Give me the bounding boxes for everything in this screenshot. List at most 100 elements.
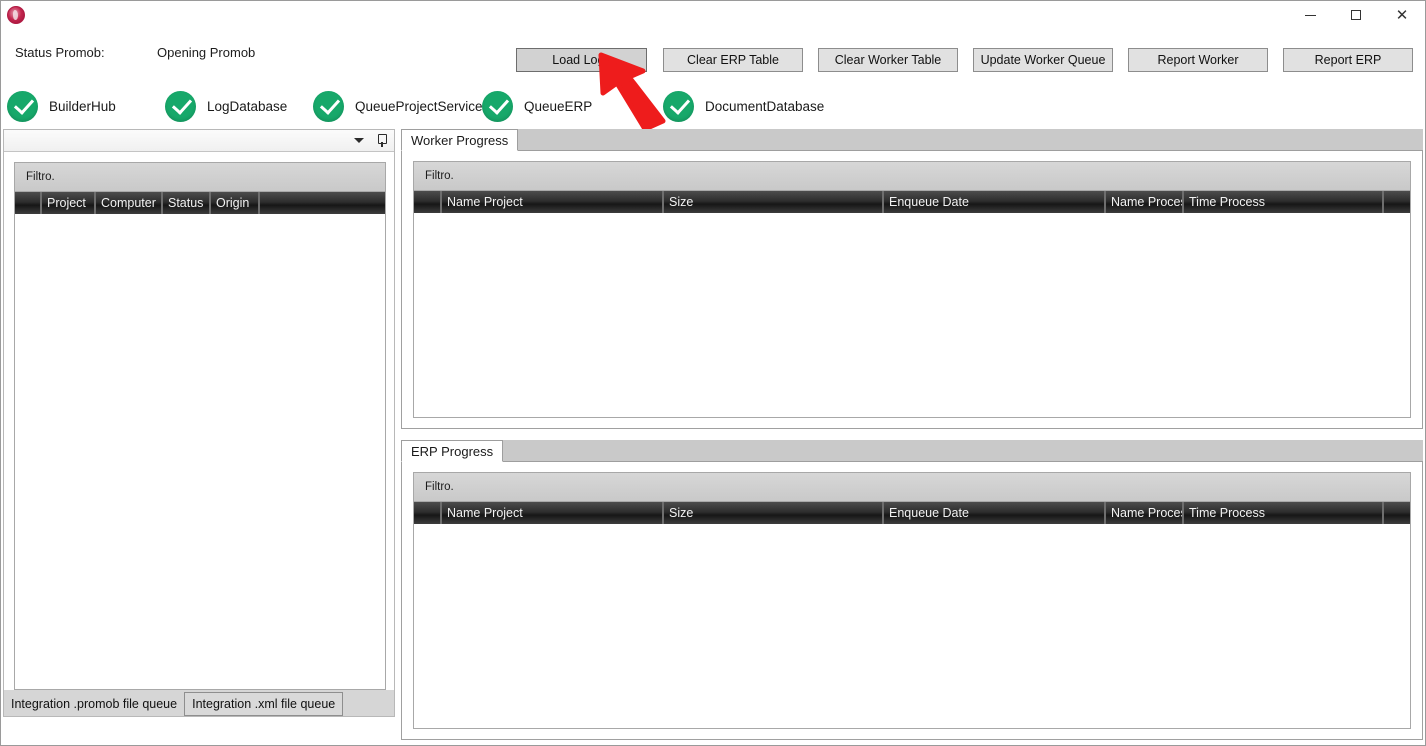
column-header-label: Computer	[101, 196, 156, 210]
toolbar-button-load-logs[interactable]: Load Logs	[516, 48, 647, 72]
column-header-time-process[interactable]: Time Process	[1183, 502, 1383, 524]
promob-queue-grid: Filtro. Project Computer Status Origin	[14, 162, 386, 690]
dock-caption-bar	[4, 130, 394, 152]
column-header-label: Enqueue Date	[889, 195, 969, 209]
tab-worker-progress[interactable]: Worker Progress	[401, 129, 519, 151]
dock-tab-xml-file-queue[interactable]: Integration .xml file queue	[184, 692, 344, 716]
service-status-label: LogDatabase	[207, 99, 288, 114]
maximize-button[interactable]	[1333, 1, 1379, 29]
service-status-documentdatabase: DocumentDatabase	[663, 91, 824, 122]
toolbar: Load Logs Clear ERP Table Clear Worker Tab…	[1, 48, 1426, 74]
column-header-name-project[interactable]: Name Project	[441, 502, 663, 524]
tab-erp-progress-label: ERP Progress	[411, 443, 494, 459]
tab-worker-progress-label: Worker Progress	[411, 132, 509, 148]
toolbar-button-report-erp[interactable]: Report ERP	[1283, 48, 1413, 72]
column-header-label: Project	[47, 196, 86, 210]
left-grid-body[interactable]	[15, 214, 385, 689]
toolbar-button-update-worker-queue[interactable]: Update Worker Queue	[973, 48, 1113, 72]
worker-tab-content: Filtro. Name Project Size Enqueue Date Name…	[401, 151, 1423, 429]
erp-progress-panel: ERP Progress Filtro. Name Project Size Enq…	[401, 440, 1423, 740]
column-header-label: Name Project	[447, 506, 523, 520]
toolbar-button-label: Report ERP	[1314, 53, 1382, 67]
worker-filter-text: Filtro.	[425, 170, 454, 182]
check-circle-icon	[165, 91, 196, 122]
column-header-corner[interactable]	[15, 192, 41, 214]
application-window: ✕ Status Promob: Opening Promob Load Log…	[0, 0, 1426, 746]
left-filter-text: Filtro.	[26, 171, 55, 183]
column-header-enqueue-date[interactable]: Enqueue Date	[883, 191, 1105, 213]
toolbar-button-label: Clear ERP Table	[687, 53, 779, 67]
close-button[interactable]: ✕	[1379, 1, 1425, 29]
column-header-time-process[interactable]: Time Process	[1183, 191, 1383, 213]
dock-tab-promob-file-queue[interactable]: Integration .promob file queue	[4, 692, 184, 716]
service-status-label: DocumentDatabase	[705, 99, 825, 114]
column-header-size[interactable]: Size	[663, 502, 883, 524]
erp-grid-body[interactable]	[414, 524, 1410, 728]
promob-logo-icon	[7, 6, 25, 24]
service-status-queueerp: QueueERP	[482, 91, 592, 122]
worker-progress-panel: Worker Progress Filtro. Name Project Size…	[401, 129, 1423, 429]
check-circle-icon	[482, 91, 513, 122]
column-header-status[interactable]: Status	[162, 192, 210, 214]
column-header-enqueue-date[interactable]: Enqueue Date	[883, 502, 1105, 524]
column-header-corner[interactable]	[414, 502, 441, 524]
worker-filter-bar[interactable]: Filtro.	[414, 162, 1410, 191]
column-header-name-process[interactable]: Name Process	[1105, 502, 1183, 524]
toolbar-button-clear-worker-table[interactable]: Clear Worker Table	[818, 48, 958, 72]
toolbar-button-report-worker[interactable]: Report Worker	[1128, 48, 1268, 72]
erp-grid-header-row: Name Project Size Enqueue Date Name Process…	[414, 502, 1410, 524]
toolbar-button-label: Report Worker	[1157, 53, 1239, 67]
left-filter-bar[interactable]: Filtro.	[15, 163, 385, 192]
column-header-project[interactable]: Project	[41, 192, 95, 214]
toolbar-button-label: Update Worker Queue	[980, 53, 1106, 67]
check-circle-icon	[663, 91, 694, 122]
column-header-label: Status	[168, 196, 204, 210]
worker-tab-strip: Worker Progress	[401, 129, 1423, 151]
toolbar-button-label: Clear Worker Table	[834, 53, 942, 67]
close-icon: ✕	[1395, 6, 1409, 24]
dock-tab-label: Integration .promob file queue	[11, 697, 178, 711]
column-header-label: Origin	[216, 196, 250, 210]
column-header-label: Time Process	[1189, 506, 1265, 520]
left-dock-tab-strip: Integration .promob file queue Integratio…	[4, 690, 394, 716]
column-header-computer[interactable]: Computer	[95, 192, 162, 214]
service-status-builderhub: BuilderHub	[7, 91, 116, 122]
minimize-button[interactable]	[1287, 1, 1333, 29]
column-header-name-project[interactable]: Name Project	[441, 191, 663, 213]
column-header-size[interactable]: Size	[663, 191, 883, 213]
column-header-label: Size	[669, 506, 694, 520]
column-header-name-process[interactable]: Name Process	[1105, 191, 1183, 213]
column-header-filler	[259, 192, 385, 214]
worker-grid-body[interactable]	[414, 213, 1410, 417]
column-header-label: Name Project	[447, 195, 523, 209]
column-header-corner[interactable]	[414, 191, 441, 213]
tab-erp-progress[interactable]: ERP Progress	[401, 440, 504, 462]
service-status-queueprojectservice: QueueProjectService	[313, 91, 483, 122]
column-header-label: Name Process	[1111, 195, 1182, 209]
service-status-label: QueueERP	[524, 99, 593, 114]
erp-filter-bar[interactable]: Filtro.	[414, 473, 1410, 502]
erp-tab-content: Filtro. Name Project Size Enqueue Date Name…	[401, 462, 1423, 740]
column-header-label: Size	[669, 195, 694, 209]
worker-grid-header-row: Name Project Size Enqueue Date Name Process…	[414, 191, 1410, 213]
title-bar: ✕	[1, 1, 1425, 29]
toolbar-button-label: Load Logs	[552, 53, 611, 67]
toolbar-button-clear-erp-table[interactable]: Clear ERP Table	[663, 48, 803, 72]
pin-icon[interactable]	[376, 134, 388, 147]
worker-grid: Filtro. Name Project Size Enqueue Date Name…	[413, 161, 1411, 418]
chevron-down-icon[interactable]	[354, 138, 364, 143]
column-header-origin[interactable]: Origin	[210, 192, 259, 214]
erp-filter-text: Filtro.	[425, 481, 454, 493]
service-status-label: QueueProjectService	[355, 99, 483, 114]
erp-grid: Filtro. Name Project Size Enqueue Date Name…	[413, 472, 1411, 729]
left-dock-panel: Filtro. Project Computer Status Origin Inte…	[3, 129, 395, 717]
erp-tab-strip: ERP Progress	[401, 440, 1423, 462]
left-grid-header-row: Project Computer Status Origin	[15, 192, 385, 214]
window-controls: ✕	[1287, 1, 1425, 29]
column-header-filler	[1383, 191, 1410, 213]
column-header-label: Time Process	[1189, 195, 1265, 209]
column-header-label: Enqueue Date	[889, 506, 969, 520]
dock-tab-label: Integration .xml file queue	[192, 697, 336, 711]
service-status-label: BuilderHub	[49, 99, 116, 114]
check-circle-icon	[313, 91, 344, 122]
